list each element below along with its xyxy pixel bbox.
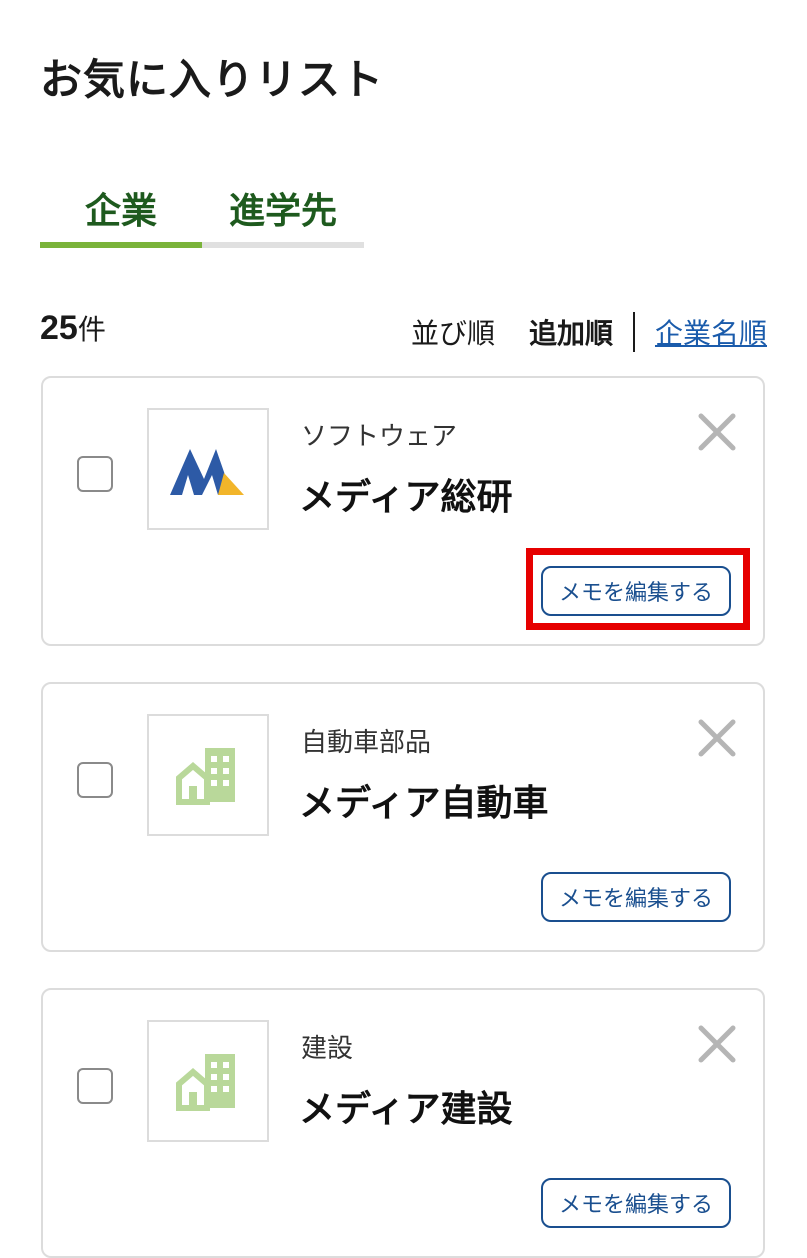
sort-option-added[interactable]: 追加順 bbox=[529, 312, 613, 352]
company-logo bbox=[147, 408, 269, 530]
company-category: 建設 bbox=[301, 1034, 354, 1064]
sort-options: 並び順 追加順 企業名順 bbox=[411, 310, 767, 354]
favorite-card: ソフトウェア メディア総研 メモを編集する bbox=[41, 376, 765, 646]
media-souken-logo bbox=[170, 449, 244, 495]
close-icon bbox=[698, 1025, 736, 1063]
page-title: お気に入りリスト bbox=[40, 55, 385, 104]
result-count-unit: 件 bbox=[77, 313, 106, 346]
remove-favorite-button[interactable] bbox=[697, 1024, 737, 1064]
company-name[interactable]: メディア自動車 bbox=[299, 774, 548, 826]
tab-companies[interactable]: 企業 bbox=[40, 176, 202, 240]
select-checkbox[interactable] bbox=[77, 762, 113, 798]
close-icon bbox=[698, 413, 736, 451]
sort-separator bbox=[632, 312, 635, 352]
tab-track bbox=[40, 242, 364, 248]
company-name[interactable]: メディア総研 bbox=[299, 468, 512, 520]
sort-label: 並び順 bbox=[410, 317, 495, 350]
edit-memo-button[interactable]: メモを編集する bbox=[541, 566, 731, 616]
edit-memo-button[interactable]: メモを編集する bbox=[541, 1178, 731, 1228]
result-count: 25件 bbox=[40, 308, 106, 348]
remove-favorite-button[interactable] bbox=[697, 412, 737, 452]
company-logo bbox=[147, 714, 269, 836]
sort-option-company-name[interactable]: 企業名順 bbox=[655, 312, 767, 352]
result-count-number: 25 bbox=[40, 309, 78, 347]
tab-schools[interactable]: 進学先 bbox=[202, 176, 364, 240]
building-placeholder-icon bbox=[176, 1054, 235, 1111]
remove-favorite-button[interactable] bbox=[697, 718, 737, 758]
select-checkbox[interactable] bbox=[77, 456, 113, 492]
close-icon bbox=[698, 719, 736, 757]
company-category: ソフトウェア bbox=[301, 422, 458, 452]
company-category: 自動車部品 bbox=[301, 728, 432, 758]
company-name[interactable]: メディア建設 bbox=[299, 1080, 512, 1132]
favorite-card: 建設 メディア建設 メモを編集する bbox=[41, 988, 765, 1258]
tab-bar: 企業 進学先 bbox=[40, 176, 364, 250]
building-placeholder-icon bbox=[176, 748, 235, 805]
favorite-card: 自動車部品 メディア自動車 メモを編集する bbox=[41, 682, 765, 952]
tab-active-indicator bbox=[40, 242, 202, 248]
edit-memo-button[interactable]: メモを編集する bbox=[541, 872, 731, 922]
company-logo bbox=[147, 1020, 269, 1142]
select-checkbox[interactable] bbox=[77, 1068, 113, 1104]
